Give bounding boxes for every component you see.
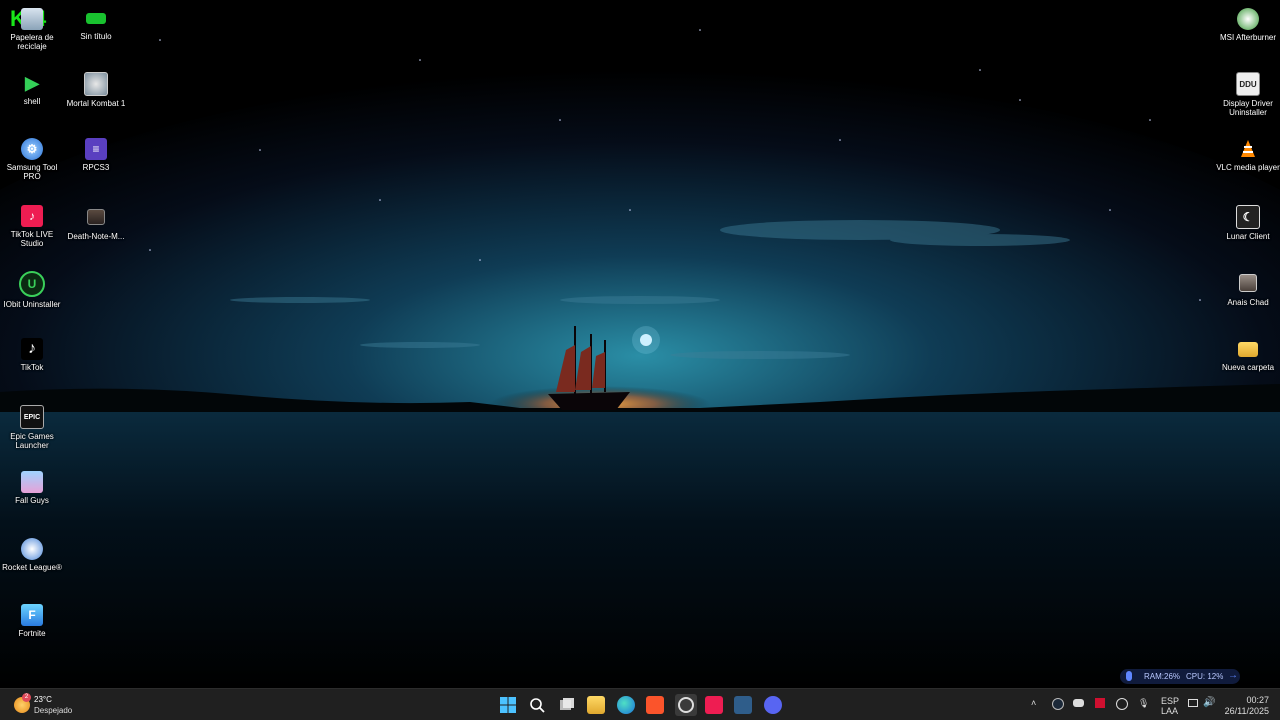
shell-play-icon: ▶ — [25, 72, 39, 93]
desktop-icon-label: Nueva carpeta — [1221, 363, 1275, 372]
desktop-icon-label: Display Driver Uninstaller — [1223, 99, 1273, 117]
desktop-icon-label: Fortnite — [18, 629, 46, 638]
discord-tray-icon[interactable] — [1073, 699, 1084, 707]
desktop-icon-samsung-tool[interactable]: ⚙ Samsung Tool PRO — [0, 138, 64, 181]
lunar-client-icon: ☾ — [1236, 205, 1260, 229]
msi-afterburner-icon — [1237, 8, 1259, 30]
desktop-icon-label: Samsung Tool PRO — [6, 163, 58, 181]
desktop-icon-sin-titulo[interactable]: Sin título — [64, 8, 128, 41]
desktop-icon-vlc[interactable]: VLC media player — [1216, 138, 1280, 172]
tray-app-icon[interactable] — [1095, 698, 1105, 708]
image-file-icon — [1239, 274, 1257, 292]
recycle-bin-icon — [21, 8, 43, 30]
desktop-icon-label: VLC media player — [1216, 163, 1280, 172]
vlc-cone-icon — [1237, 138, 1259, 160]
desktop-icon-tiktok[interactable]: ♪ TikTok — [0, 338, 64, 372]
desktop-icon-shell[interactable]: ▶ shell — [0, 72, 64, 107]
desktop-icon-ddu[interactable]: DDU Display Driver Uninstaller — [1216, 72, 1280, 117]
microphone-icon — [1126, 671, 1132, 681]
epic-games-icon: EPIC — [20, 405, 44, 429]
rpcs3-icon: ≡ — [85, 138, 107, 160]
clock-date[interactable]: 26/11/2025 — [1218, 706, 1269, 716]
desktop-icon-fall-guys[interactable]: Fall Guys — [0, 471, 64, 505]
gear-icon: ⚙ — [21, 138, 43, 160]
desktop-wallpaper — [0, 0, 1280, 688]
brave-icon[interactable] — [646, 696, 664, 714]
desktop-icon-label: Rocket League® — [2, 563, 62, 572]
desktop-icon-label: TikTok LIVE Studio — [10, 230, 54, 248]
iobit-icon: U — [19, 271, 45, 297]
desktop-icon-fortnite[interactable]: F Fortnite — [0, 604, 64, 638]
battery-icon — [86, 13, 106, 24]
desktop-icon-label: IObit Uninstaller — [3, 300, 61, 309]
desktop-icon-label: RPCS3 — [82, 163, 110, 172]
folder-icon — [1238, 342, 1258, 357]
desktop-icon-label: Sin título — [80, 32, 112, 41]
steam-icon[interactable] — [1052, 698, 1064, 710]
desktop-icon-epic-games[interactable]: EPIC Epic Games Launcher — [0, 405, 64, 450]
obs-tray-icon[interactable] — [1116, 698, 1128, 710]
task-view-icon — [560, 698, 574, 710]
fortnite-icon: F — [21, 604, 43, 626]
obs-icon-active[interactable] — [675, 694, 697, 716]
language-code[interactable]: ESP — [1161, 696, 1179, 706]
image-file-icon — [87, 209, 105, 225]
weather-condition: Despejado — [34, 706, 73, 715]
desktop-icon-label: Mortal Kombat 1 — [66, 99, 126, 108]
desktop-icon-label: Fall Guys — [15, 496, 49, 505]
desktop-icon-mortal-kombat[interactable]: Mortal Kombat 1 — [64, 72, 128, 108]
desktop-icon-nueva-carpeta[interactable]: Nueva carpeta — [1216, 338, 1280, 372]
desktop-icon-anais-chad[interactable]: Anais Chad — [1216, 271, 1280, 307]
vegas-icon[interactable] — [734, 696, 752, 714]
desktop-icon-lunar-client[interactable]: ☾ Lunar Client — [1216, 205, 1280, 241]
clock-time[interactable]: 00:27 — [1227, 695, 1269, 705]
network-icon[interactable] — [1188, 699, 1198, 707]
ddu-icon: DDU — [1236, 72, 1260, 96]
mortal-kombat-icon — [84, 72, 108, 96]
desktop-icon-label: Papelera de reciclaje — [10, 33, 54, 51]
obs-icon — [678, 697, 694, 713]
volume-icon[interactable]: 🔊 — [1203, 697, 1215, 708]
file-explorer-icon[interactable] — [587, 696, 605, 714]
taskbar: 2 23°C Despejado ˄ 🎙 ESP LAA 🔊 00:27 26/… — [0, 688, 1280, 720]
desktop-icon-iobit[interactable]: U IObit Uninstaller — [0, 271, 64, 309]
desktop-icon-label: Anais Chad — [1227, 298, 1269, 307]
desktop-icon-label: shell — [23, 97, 41, 106]
rocket-league-icon — [21, 538, 43, 560]
start-button[interactable] — [499, 696, 517, 714]
discord-icon[interactable] — [764, 696, 782, 714]
ram-usage: RAM:26% — [1144, 672, 1181, 681]
edge-icon[interactable] — [617, 696, 635, 714]
desktop-icon-label: TikTok — [20, 363, 44, 372]
chevron-up-icon[interactable]: ˄ — [1031, 698, 1036, 708]
tiktok-icon: ♪ — [21, 338, 43, 360]
arrow-right-icon[interactable]: → — [1228, 670, 1238, 681]
tiktok-live-icon: ♪ — [21, 205, 43, 227]
desktop-icon-recycle-bin[interactable]: Papelera de reciclaje — [0, 8, 64, 51]
desktop-icon-label: Lunar Client — [1226, 232, 1270, 241]
cpu-usage: CPU: 12% — [1186, 672, 1224, 681]
task-view-button[interactable] — [558, 696, 576, 714]
keyboard-layout[interactable]: LAA — [1161, 706, 1178, 716]
desktop-icon-msi-afterburner[interactable]: MSI Afterburner — [1216, 8, 1280, 42]
desktop-icon-label: MSI Afterburner — [1219, 33, 1277, 42]
desktop-icon-rocket-league[interactable]: Rocket League® — [0, 538, 64, 572]
desktop-icon-label: Death-Note-M... — [67, 232, 125, 241]
performance-widget[interactable]: RAM:26% CPU: 12% → — [1120, 669, 1240, 684]
desktop-icon-rpcs3[interactable]: ≡ RPCS3 — [64, 138, 128, 172]
desktop-icon-death-note[interactable]: Death-Note-M... — [64, 205, 128, 241]
desktop-icon-label: Epic Games Launcher — [10, 432, 54, 450]
search-button[interactable] — [528, 696, 546, 714]
search-icon — [530, 698, 545, 713]
notification-badge: 2 — [22, 693, 31, 702]
desktop-icon-tiktok-live[interactable]: ♪ TikTok LIVE Studio — [0, 205, 64, 248]
tiktok-live-icon[interactable] — [705, 696, 723, 714]
start-icon — [500, 697, 516, 713]
fall-guys-icon — [21, 471, 43, 493]
weather-temperature: 23°C — [34, 695, 52, 704]
microphone-icon[interactable]: 🎙 — [1138, 698, 1149, 709]
